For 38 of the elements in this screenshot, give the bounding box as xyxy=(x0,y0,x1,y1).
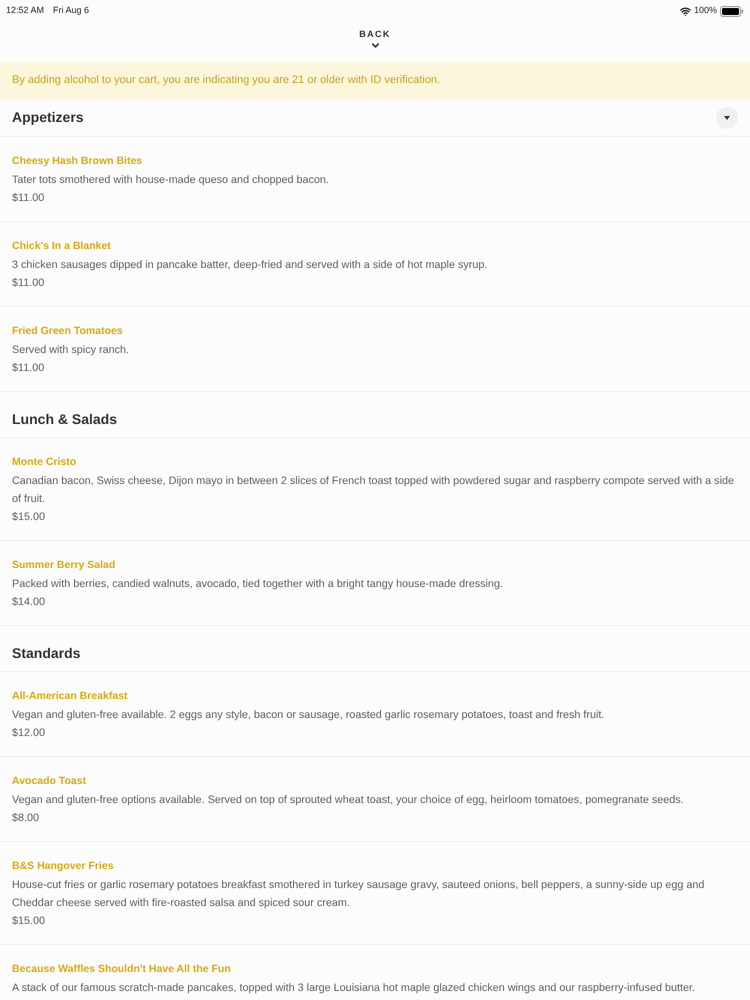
item-description: Canadian bacon, Swiss cheese, Dijon mayo in between 2 slices of French toast topped with powdered sugar and raspberry compote served with a side of fruit. xyxy=(12,474,735,507)
item-description: Vegan and gluten-free available. 2 eggs any style, bacon or sausage, roasted garlic rosemary potatoes, toast and fresh fruit. xyxy=(12,708,606,723)
item-name[interactable]: Summer Berry Salad xyxy=(12,556,116,575)
notice-text: By adding alcohol to your cart, you are indicating you are 21 or older with ID verification. xyxy=(12,73,440,88)
status-time: 12:52 AM xyxy=(6,4,44,18)
caret-down-icon xyxy=(724,116,730,120)
item-description: Packed with berries, candied walnuts, avocado, tied together with a bright tangy house-made dressing. xyxy=(12,577,504,592)
item-name[interactable]: All-American Breakfast xyxy=(12,687,128,706)
item-price: $8.00 xyxy=(12,811,40,826)
item-description: Served with spicy ranch. xyxy=(12,343,130,358)
item-description: 3 chicken sausages dipped in pancake batter, deep-fried and served with a side of hot maple syrup. xyxy=(12,258,488,273)
item-name[interactable]: Chick's In a Blanket xyxy=(12,237,111,256)
back-button[interactable]: BACK xyxy=(351,28,399,51)
item-price: $14.00 xyxy=(12,595,46,610)
section-title: Lunch & Salads xyxy=(12,410,118,429)
item-description: A stack of our famous scratch-made pancakes, topped with 3 large Louisiana hot maple glazed chicken wings and our raspberry-infused butter. xyxy=(12,981,696,996)
item-description: Tater tots smothered with house-made queso and chopped bacon. xyxy=(12,173,330,188)
status-date: Fri Aug 6 xyxy=(53,4,90,18)
item-price: $15.00 xyxy=(12,914,46,929)
item-description: Vegan and gluten-free options available. Served on top of sprouted wheat toast, your choice of egg, heirloom tomatoes, pomegranate seeds. xyxy=(12,793,685,808)
item-price: $11.00 xyxy=(12,361,44,376)
item-name[interactable]: B&S Hangover Fries xyxy=(12,857,114,876)
wifi-icon xyxy=(680,6,691,16)
item-name[interactable]: Cheesy Hash Brown Bites xyxy=(12,152,142,171)
section-title: Appetizers xyxy=(12,108,84,127)
item-name[interactable]: Avocado Toast xyxy=(12,772,86,791)
item-price: $11.00 xyxy=(12,276,44,291)
item-price: $15.00 xyxy=(12,510,46,525)
item-name[interactable]: Fried Green Tomatoes xyxy=(12,322,123,341)
item-name[interactable]: Because Waffles Shouldn't Have All the Fun xyxy=(12,960,231,979)
dropdown-button[interactable] xyxy=(716,106,738,128)
item-price: $11.00 xyxy=(12,191,44,206)
item-name[interactable]: Monte Cristo xyxy=(12,453,76,472)
item-description: House-cut fries or garlic rosemary potatoes breakfast smothered in turkey sausage gravy, sauteed onions, bell peppers, a sunny-side up egg and Cheddar cheese served with fire-roasted salsa and spiced sour cream. xyxy=(12,878,706,911)
item-price: $12.00 xyxy=(12,726,46,741)
section-title: Standards xyxy=(12,644,80,663)
battery-icon xyxy=(720,6,744,16)
battery-percentage: 100% xyxy=(694,4,717,18)
